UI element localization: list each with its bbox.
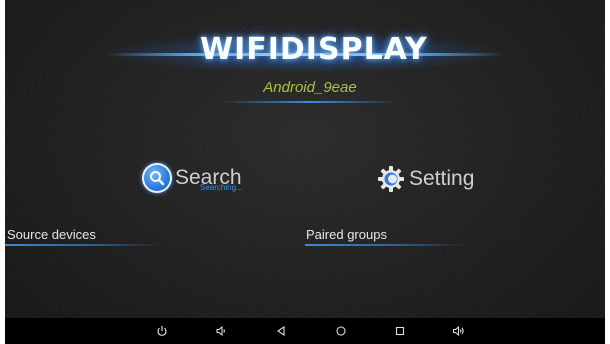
app-logo: WIFIDISPLAY [200,32,428,67]
setting-label: Setting [409,167,475,190]
setting-button[interactable]: Setting [376,162,474,196]
paired-groups-divider [305,244,465,246]
paired-groups-heading: Paired groups [306,227,387,242]
device-name: Android_9eae [263,79,357,96]
search-icon [142,163,172,193]
power-icon[interactable] [153,322,171,340]
source-devices-divider [5,244,160,246]
home-icon[interactable] [332,322,350,340]
volume-up-icon[interactable] [450,322,468,340]
searching-status: Searching... [200,183,243,192]
back-icon[interactable] [272,322,290,340]
volume-down-icon[interactable] [212,322,230,340]
gear-icon [376,164,406,194]
wifi-display-screen: WIFIDISPLAY Android_9eae Search Searchin… [5,0,605,344]
device-name-underline [220,101,400,103]
source-devices-heading: Source devices [7,227,96,242]
system-navigation-bar [5,318,605,344]
recents-icon[interactable] [391,322,409,340]
